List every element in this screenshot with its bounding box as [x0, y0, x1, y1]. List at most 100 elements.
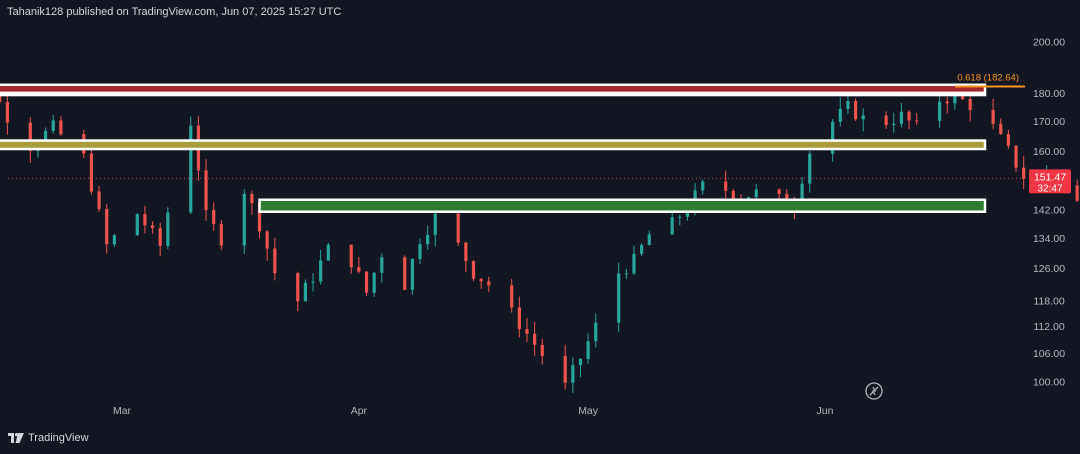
candle-body	[640, 245, 644, 254]
candle-body	[517, 307, 521, 330]
candle-body	[731, 190, 735, 200]
candle-body	[624, 273, 628, 275]
y-tick-label: 142.00	[1033, 204, 1065, 216]
candle-body	[372, 272, 376, 293]
candle-body	[51, 120, 55, 131]
candle-body	[5, 101, 9, 123]
candle-body	[303, 282, 307, 302]
candle-body	[158, 228, 162, 246]
candle-body	[968, 98, 972, 111]
x-axis: Mar Apr May Jun	[113, 405, 834, 417]
last-price-badge: 151.47 32:47	[1029, 169, 1071, 194]
tradingview-logo-icon	[8, 433, 24, 443]
candle-body	[678, 216, 682, 218]
candle-body	[991, 110, 995, 124]
candle-body	[433, 213, 437, 235]
candle-body	[945, 101, 949, 104]
y-tick-label: 200.00	[1033, 37, 1065, 49]
y-tick-label: 126.00	[1033, 263, 1065, 275]
candle-body	[1075, 185, 1079, 201]
tradingview-branding[interactable]: TradingView	[8, 432, 89, 444]
candle-body	[647, 234, 651, 246]
candle-body	[487, 281, 491, 286]
brand-label: TradingView	[28, 432, 89, 444]
candle-body	[349, 244, 353, 268]
candle-body	[143, 214, 147, 226]
candle-body	[456, 213, 460, 243]
candle-body	[242, 193, 246, 246]
candle-body	[540, 344, 544, 356]
candle-body	[915, 120, 919, 122]
candle-body	[670, 217, 674, 235]
candle-body	[418, 244, 422, 260]
candle-body	[426, 234, 430, 245]
zone-resistance-yellow	[0, 139, 987, 151]
price-chart[interactable]: 0.618 (182.64) 200.00 180.00 170.00 160.00 1…	[0, 0, 1080, 454]
candle-body	[204, 170, 208, 211]
candle-body	[571, 365, 575, 383]
y-tick-label: 134.00	[1033, 233, 1065, 245]
y-tick-label: 170.00	[1033, 116, 1065, 128]
candle-body	[380, 257, 384, 273]
candle-body	[150, 225, 155, 229]
candle-body	[319, 260, 323, 282]
fib-label: 0.618 (182.64)	[957, 73, 1019, 84]
x-tick-label: Mar	[113, 405, 132, 417]
candle-body	[212, 210, 216, 224]
candle-body	[533, 333, 537, 345]
zone-support-green	[258, 198, 987, 213]
candle-body	[724, 181, 728, 191]
candle-body	[410, 259, 414, 290]
candle-body	[471, 261, 476, 279]
candle-body	[525, 329, 529, 334]
candle-body	[189, 125, 193, 213]
candle-body	[853, 100, 858, 120]
candle-body	[357, 267, 361, 272]
candle-body	[166, 212, 170, 246]
x-tick-label: May	[578, 405, 599, 417]
zone-layer	[0, 83, 987, 213]
candle-body	[892, 123, 896, 126]
candle-body	[999, 123, 1003, 135]
candle-body	[105, 209, 109, 245]
candle-body	[632, 253, 636, 274]
candle-body	[701, 181, 705, 191]
candle-body	[838, 108, 842, 122]
candle-body	[617, 273, 621, 323]
candle-body	[364, 271, 369, 293]
candle-body	[754, 189, 758, 198]
candle-body	[89, 153, 94, 192]
candle-body	[510, 285, 514, 308]
candle-body	[219, 223, 223, 246]
candle-body	[250, 193, 254, 204]
last-price-value: 151.47	[1034, 171, 1066, 183]
candle-body	[907, 111, 911, 121]
y-tick-label: 118.00	[1033, 295, 1064, 307]
candle-body	[1022, 167, 1026, 179]
candle-body	[578, 358, 583, 366]
y-tick-label: 106.00	[1033, 348, 1065, 360]
candle-body	[884, 115, 888, 126]
y-tick-label: 160.00	[1033, 146, 1065, 158]
candle-body	[861, 115, 865, 120]
replay-icon[interactable]	[865, 382, 883, 400]
y-tick-label: 180.00	[1033, 88, 1065, 100]
candle-body	[59, 120, 63, 135]
candle-body	[464, 242, 468, 262]
candle-body	[777, 189, 781, 194]
candle-body	[403, 257, 407, 290]
candle-body	[563, 355, 567, 383]
x-tick-label: Apr	[351, 405, 368, 417]
y-tick-label: 112.00	[1033, 321, 1064, 333]
y-axis: 200.00 180.00 170.00 160.00 142.00 134.00 126.…	[1033, 37, 1065, 389]
zone-resistance-orange	[0, 91, 987, 97]
publisher-line: Tahanik128 published on TradingView.com,…	[7, 6, 342, 18]
candle-body	[586, 341, 590, 359]
candle-body	[311, 281, 315, 283]
bar-countdown: 32:47	[1037, 183, 1062, 194]
candle-body	[808, 153, 812, 184]
candle-body	[296, 273, 300, 302]
y-tick-label: 100.00	[1033, 377, 1065, 389]
x-tick-label: Jun	[817, 405, 834, 417]
candle-body	[899, 111, 904, 124]
